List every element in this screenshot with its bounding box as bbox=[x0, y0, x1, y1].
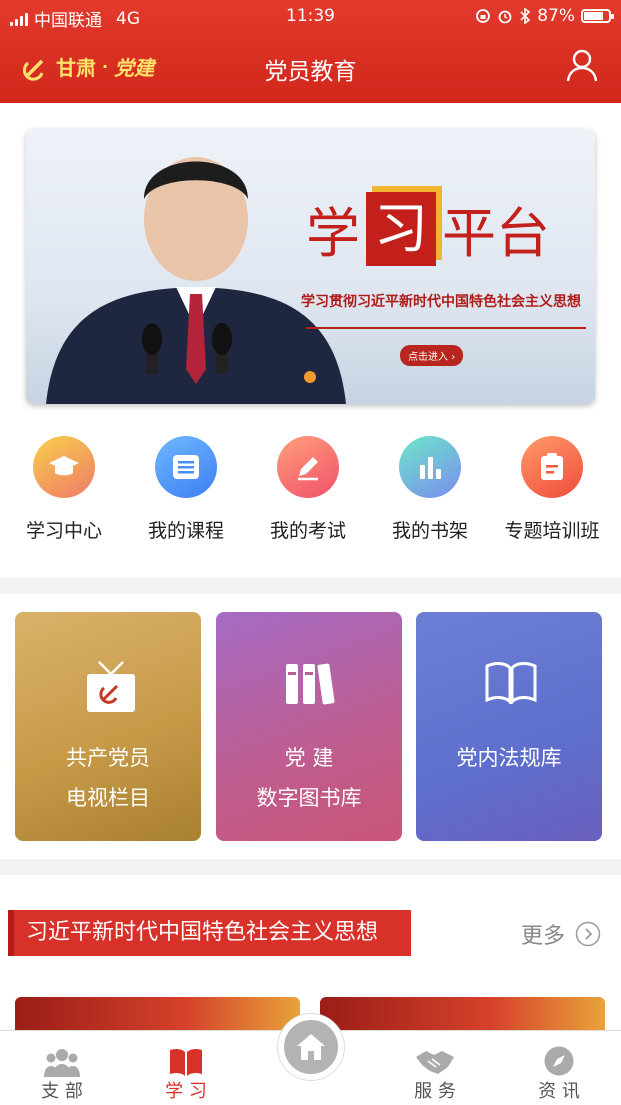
card-title-line2: 电视栏目 bbox=[66, 786, 150, 810]
tab-label: 资 讯 bbox=[538, 1081, 580, 1102]
banner-heading-right: 平台 bbox=[442, 202, 550, 265]
clipboard-icon bbox=[521, 436, 583, 498]
app-header: 中国联通 4G 11:39 87% 甘肃 · 党建 党员教育 bbox=[0, 0, 621, 103]
quick-item-my-exams[interactable]: 我的考试 bbox=[246, 430, 370, 543]
carousel-indicator[interactable] bbox=[304, 371, 316, 383]
more-link[interactable]: 更多 bbox=[521, 918, 601, 950]
bar-chart-icon bbox=[399, 436, 461, 498]
study-platform-banner[interactable]: 学 习 平台 学习贯彻习近平新时代中国特色社会主义思想 点击进入 › bbox=[26, 129, 595, 404]
tab-study[interactable]: 学 习 bbox=[136, 1043, 236, 1103]
banner-heading-box: 习 bbox=[366, 191, 436, 266]
banner-enter-label: 点击进入 bbox=[408, 352, 448, 363]
card-title-line1: 党内法规库 bbox=[456, 746, 562, 770]
compass-icon bbox=[544, 1046, 574, 1076]
quick-item-label: 学习中心 bbox=[25, 520, 102, 542]
banner-enter-arrow: › bbox=[451, 352, 456, 363]
banner-heading: 学 习 平台 bbox=[306, 189, 550, 268]
tab-label: 学 习 bbox=[165, 1081, 207, 1102]
home-icon bbox=[297, 1034, 325, 1060]
battery-percent: 87% bbox=[537, 6, 575, 26]
card-title-line1: 党 建 bbox=[284, 746, 334, 770]
quick-item-special-training[interactable]: 专题培训班 bbox=[490, 430, 614, 543]
tab-service[interactable]: 服 务 bbox=[385, 1043, 485, 1103]
user-profile-icon[interactable] bbox=[565, 48, 599, 82]
quick-item-my-courses[interactable]: 我的课程 bbox=[124, 430, 248, 543]
tv-icon bbox=[87, 661, 135, 712]
study-book-icon bbox=[170, 1048, 202, 1076]
tab-branch[interactable]: 支 部 bbox=[12, 1043, 112, 1103]
section-divider bbox=[0, 859, 621, 875]
tab-label: 支 部 bbox=[41, 1081, 83, 1102]
handshake-icon bbox=[416, 1051, 454, 1074]
more-label: 更多 bbox=[520, 924, 565, 949]
card-regulations-library[interactable]: 党内法规库 bbox=[416, 612, 602, 841]
quick-item-label: 我的书架 bbox=[391, 520, 468, 542]
card-title-line2: 数字图书库 bbox=[256, 786, 362, 810]
open-book-icon bbox=[485, 662, 537, 704]
course-list-icon bbox=[155, 436, 217, 498]
banner-subtitle: 学习贯彻习近平新时代中国特色社会主义思想 bbox=[301, 294, 581, 310]
tab-news[interactable]: 资 讯 bbox=[509, 1043, 609, 1103]
time-label: 11:39 bbox=[286, 6, 335, 26]
quick-item-label: 我的考试 bbox=[269, 520, 346, 542]
quick-access-menu: 学习中心 我的课程 我的考试 我的书架 专题培训班 bbox=[0, 430, 621, 560]
quick-item-my-bookshelf[interactable]: 我的书架 bbox=[368, 430, 492, 543]
resource-cards: 共产党员 电视栏目 党 建 数字图书库 党内法规库 bbox=[0, 612, 621, 842]
section-title: 习近平新时代中国特色社会主义思想 bbox=[8, 910, 411, 956]
graduation-cap-icon bbox=[33, 436, 95, 498]
banner-enter-button[interactable]: 点击进入 › bbox=[400, 345, 464, 366]
chevron-right-icon bbox=[575, 921, 601, 947]
status-bar: 中国联通 4G 11:39 87% bbox=[0, 0, 621, 32]
battery-icon bbox=[581, 9, 614, 23]
home-button[interactable] bbox=[278, 1014, 344, 1080]
books-icon bbox=[286, 663, 335, 705]
banner-divider bbox=[306, 327, 586, 329]
group-icon bbox=[44, 1049, 80, 1077]
section-divider bbox=[0, 578, 621, 594]
quick-item-label: 我的课程 bbox=[147, 520, 224, 542]
rotation-lock-icon bbox=[476, 9, 491, 23]
card-digital-library[interactable]: 党 建 数字图书库 bbox=[216, 612, 402, 841]
pencil-icon bbox=[277, 436, 339, 498]
tab-label: 服 务 bbox=[414, 1081, 456, 1102]
card-title-line1: 共产党员 bbox=[66, 746, 150, 770]
alarm-icon bbox=[498, 10, 512, 24]
page-title: 党员教育 bbox=[264, 59, 357, 85]
section-header: 习近平新时代中国特色社会主义思想 更多 bbox=[0, 910, 621, 960]
nav-bar: 甘肃 · 党建 党员教育 bbox=[0, 38, 621, 98]
card-party-tv[interactable]: 共产党员 电视栏目 bbox=[15, 612, 201, 841]
quick-item-learning-center[interactable]: 学习中心 bbox=[2, 430, 126, 543]
banner-heading-left: 学 bbox=[306, 202, 360, 265]
quick-item-label: 专题培训班 bbox=[504, 520, 600, 542]
bluetooth-icon bbox=[520, 8, 531, 24]
